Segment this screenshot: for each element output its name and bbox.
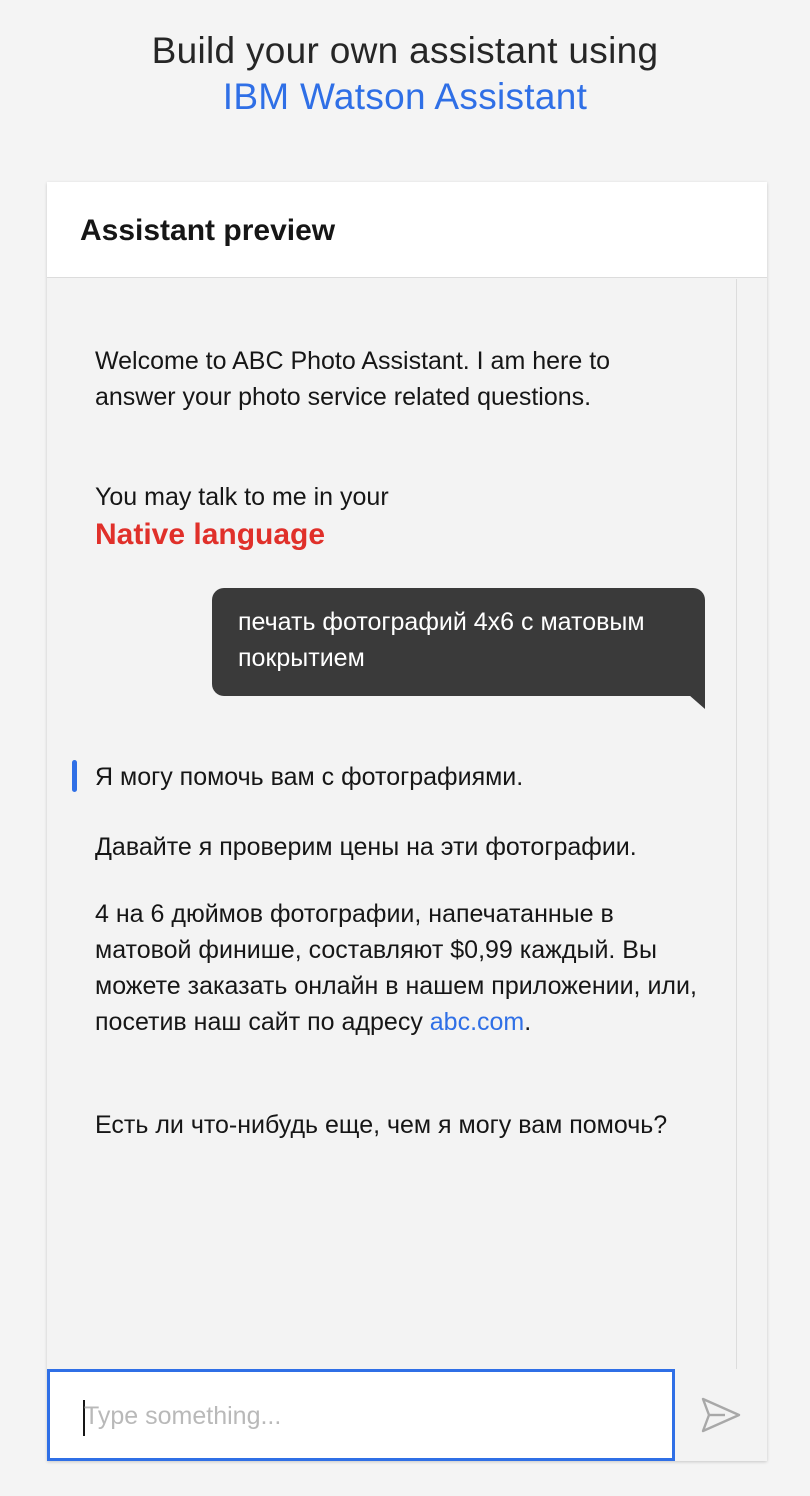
send-icon — [701, 1397, 741, 1433]
response-paragraph-1: Я могу помочь вам с фотографиями. — [95, 763, 524, 791]
response-paragraph-3-text: 4 на 6 дюймов фотографии, напечатанные в… — [95, 900, 697, 1036]
panel-title: Assistant preview — [80, 214, 336, 247]
send-button[interactable] — [675, 1369, 767, 1461]
response-paragraph-3-end: . — [524, 1008, 532, 1036]
hero-line-2-ibm-watson[interactable]: IBM Watson Assistant — [0, 74, 810, 120]
chat-scrollbar-track[interactable] — [736, 279, 737, 1369]
response-paragraph-3: 4 на 6 дюймов фотографии, напечатанные в… — [95, 896, 715, 1040]
response-paragraph-4: Есть ли что-нибудь еще, чем я могу вам п… — [95, 1111, 668, 1139]
panel-header: Assistant preview — [47, 182, 767, 278]
chat-transcript[interactable]: Welcome to ABC Photo Assistant. I am her… — [47, 279, 737, 1369]
hero-line-1: Build your own assistant using — [151, 30, 659, 71]
response-paragraph-2: Давайте я проверим цены на эти фотографи… — [95, 833, 637, 861]
native-intro-text: You may talk to me in your — [95, 483, 389, 511]
response-indicator-bar — [72, 760, 77, 792]
abc-link[interactable]: abc.com — [430, 1008, 524, 1036]
welcome-message: Welcome to ABC Photo Assistant. I am her… — [95, 347, 611, 411]
native-language-label: Native language — [95, 518, 326, 551]
user-bubble-tail — [689, 695, 705, 709]
user-message-bubble: печать фотографий 4x6 с матовым покрытие… — [212, 588, 705, 696]
hero-heading: Build your own assistant using IBM Watso… — [0, 28, 810, 120]
assistant-preview-panel: Assistant preview Welcome to ABC Photo A… — [47, 182, 767, 1461]
message-input-container[interactable] — [47, 1369, 675, 1461]
message-input[interactable] — [84, 1392, 644, 1440]
